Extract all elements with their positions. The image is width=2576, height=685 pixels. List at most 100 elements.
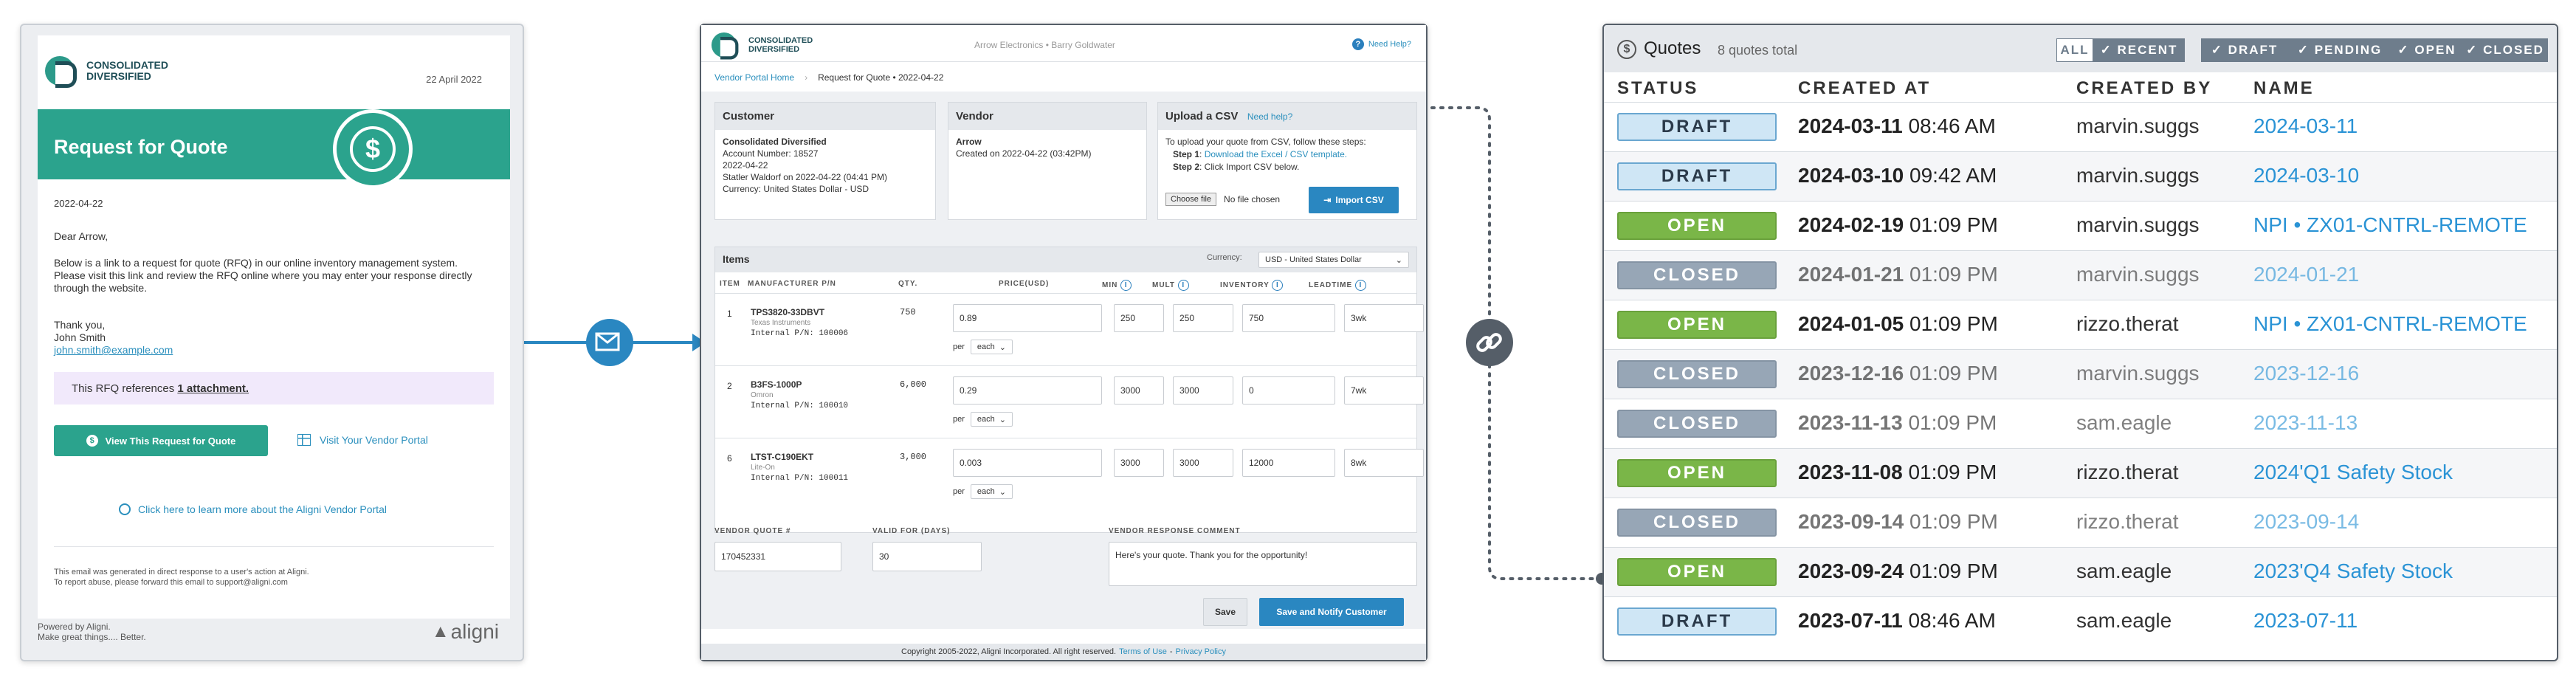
filter-pending[interactable]: ✓ PENDING: [2288, 38, 2391, 62]
quote-name-link[interactable]: 2023-11-13: [2253, 411, 2358, 435]
item-internal-pn: Internal P/N: 100010: [751, 402, 849, 410]
import-csv-button[interactable]: ⇥ Import CSV: [1309, 187, 1399, 213]
info-icon[interactable]: i: [1354, 280, 1366, 291]
filter-all[interactable]: ALL: [2056, 38, 2093, 62]
filter-draft[interactable]: ✓ DRAFT: [2201, 38, 2288, 62]
quote-name-link[interactable]: 2023-09-14: [2253, 510, 2359, 534]
attachment-text: This RFQ references: [72, 382, 175, 395]
leadtime-input[interactable]: 7wk: [1344, 376, 1424, 405]
quotes-title: Quotes: [1644, 38, 1701, 58]
quote-row[interactable]: OPEN 2024-02-19 01:09 PM marvin.suggs NPI •…: [1604, 201, 2557, 250]
privacy-link[interactable]: Privacy Policy: [1176, 647, 1226, 656]
created-by: marvin.suggs: [2076, 213, 2200, 236]
quote-name-link[interactable]: 2023-07-11: [2253, 609, 2358, 633]
mult-input[interactable]: 250: [1173, 304, 1233, 332]
filter-closed[interactable]: ✓ CLOSED: [2462, 38, 2548, 62]
valid-days-input[interactable]: 30: [872, 542, 982, 571]
col-created-at[interactable]: CREATED AT: [1798, 78, 1931, 99]
lifebuoy-icon: [119, 503, 131, 515]
mult-input[interactable]: 3000: [1173, 449, 1233, 477]
created-by: marvin.suggs: [2076, 362, 2200, 385]
filter-recent[interactable]: ✓ RECENT: [2093, 38, 2185, 62]
created-time: 09:42 AM: [1909, 164, 1997, 187]
save-button[interactable]: Save: [1203, 598, 1247, 626]
inventory-input[interactable]: 750: [1242, 304, 1335, 332]
view-rfq-button[interactable]: $ View This Request for Quote: [54, 425, 268, 456]
per-unit-select[interactable]: each ⌄: [970, 484, 1013, 499]
choose-file-button[interactable]: Choose file: [1165, 193, 1217, 206]
min-input[interactable]: 250: [1114, 304, 1164, 332]
quote-name-link[interactable]: 2024-03-10: [2253, 164, 2359, 187]
filter-open[interactable]: ✓ OPEN: [2391, 38, 2462, 62]
col-name[interactable]: NAME: [2253, 78, 2315, 99]
per-label: per: [953, 487, 965, 496]
quote-row[interactable]: CLOSED 2024-01-21 01:09 PM marvin.suggs 202…: [1604, 250, 2557, 300]
quote-name-link[interactable]: 2023-12-16: [2253, 362, 2359, 385]
info-icon[interactable]: i: [1177, 280, 1189, 291]
price-input[interactable]: 0.003: [953, 449, 1102, 477]
inventory-input[interactable]: 12000: [1242, 449, 1335, 477]
info-icon[interactable]: i: [1272, 280, 1284, 291]
comment-textarea[interactable]: Here's your quote. Thank you for the opp…: [1109, 542, 1417, 586]
quote-row[interactable]: OPEN 2024-01-05 01:09 PM rizzo.therat NPI •…: [1604, 300, 2557, 349]
item-mpn: TPS3820-33DBVT: [751, 307, 825, 317]
per-unit-select[interactable]: each ⌄: [970, 412, 1013, 427]
terms-link[interactable]: Terms of Use: [1119, 647, 1167, 656]
price-input[interactable]: 0.89: [953, 304, 1102, 332]
dollar-icon: $: [1617, 40, 1636, 59]
created-time: 01:09 PM: [1909, 213, 1998, 236]
quote-name-link[interactable]: 2024-01-21: [2253, 263, 2359, 286]
need-help-link[interactable]: ? Need Help?: [1351, 38, 1411, 50]
price-input[interactable]: 0.29: [953, 376, 1102, 405]
min-input[interactable]: 3000: [1114, 449, 1164, 477]
quote-name-link[interactable]: NPI • ZX01-CNTRL-REMOTE: [2253, 213, 2527, 237]
item-qty: 3,000: [900, 452, 927, 462]
col-status[interactable]: STATUS: [1617, 78, 1698, 99]
portal-logo[interactable]: CONSOLIDATED DIVERSIFIED: [709, 30, 813, 60]
created-date: 2023-11-08: [1798, 461, 1903, 483]
created-by: marvin.suggs: [2076, 263, 2200, 286]
created-by: sam.eagle: [2076, 560, 2172, 582]
quote-row[interactable]: DRAFT 2024-03-11 08:46 AM marvin.suggs 2024…: [1604, 102, 2557, 151]
quote-row[interactable]: CLOSED 2023-12-16 01:09 PM marvin.suggs 202…: [1604, 349, 2557, 399]
attachment-notice: This RFQ references 1 attachment.: [54, 372, 494, 405]
quotes-panel: $ Quotes 8 quotes total ALL ✓ RECENT ✓ D…: [1602, 24, 2558, 661]
download-template-link[interactable]: Download the Excel / CSV template.: [1205, 149, 1347, 159]
vendor-portal-link[interactable]: Visit Your Vendor Portal: [297, 434, 428, 446]
powered-by: Powered by Aligni. Make great things....…: [38, 622, 146, 642]
quote-row[interactable]: CLOSED 2023-09-14 01:09 PM rizzo.therat 202…: [1604, 498, 2557, 547]
save-notify-button[interactable]: Save and Notify Customer: [1259, 598, 1404, 626]
created-at: 2024-01-21 01:09 PM: [1798, 263, 1998, 286]
created-by: rizzo.therat: [2076, 461, 2179, 483]
attachment-link[interactable]: 1 attachment.: [177, 382, 249, 395]
created-time: 01:09 PM: [1909, 560, 1998, 582]
learn-more-link[interactable]: Click here to learn more about the Align…: [119, 503, 387, 515]
upload-help-link[interactable]: Need help?: [1247, 111, 1292, 122]
col-inventory: INVENTORY: [1220, 281, 1270, 290]
vendor-quote-input[interactable]: 170452331: [714, 542, 841, 571]
leadtime-input[interactable]: 3wk: [1344, 304, 1424, 332]
quote-row[interactable]: OPEN 2023-09-24 01:09 PM sam.eagle 2023'Q4 …: [1604, 547, 2557, 596]
col-created-by[interactable]: CREATED BY: [2076, 78, 2212, 99]
quote-name-link[interactable]: 2024'Q1 Safety Stock: [2253, 461, 2453, 484]
customer-account: Account Number: 18527: [723, 148, 819, 159]
min-input[interactable]: 3000: [1114, 376, 1164, 405]
per-unit-select[interactable]: each ⌄: [970, 340, 1013, 354]
inventory-input[interactable]: 0: [1242, 376, 1335, 405]
currency-select[interactable]: USD - United States Dollar ⌄: [1258, 252, 1409, 268]
quote-name-link[interactable]: 2023'Q4 Safety Stock: [2253, 560, 2453, 583]
quote-name-link[interactable]: NPI • ZX01-CNTRL-REMOTE: [2253, 312, 2527, 336]
mult-input[interactable]: 3000: [1173, 376, 1233, 405]
chevron-down-icon: ⌄: [999, 415, 1006, 424]
quote-row[interactable]: DRAFT 2023-07-11 08:46 AM sam.eagle 2023-07…: [1604, 596, 2557, 646]
quote-row[interactable]: DRAFT 2024-03-10 09:42 AM marvin.suggs 2024…: [1604, 151, 2557, 201]
quote-row[interactable]: CLOSED 2023-11-13 01:09 PM sam.eagle 2023-1…: [1604, 399, 2557, 448]
breadcrumb-home[interactable]: Vendor Portal Home: [714, 72, 794, 83]
help-icon: ?: [1351, 38, 1364, 50]
signer-email-link[interactable]: john.smith@example.com: [54, 344, 173, 356]
info-icon[interactable]: i: [1120, 280, 1132, 291]
quote-row[interactable]: OPEN 2023-11-08 01:09 PM rizzo.therat 2024'…: [1604, 448, 2557, 498]
leadtime-input[interactable]: 8wk: [1344, 449, 1424, 477]
quote-name-link[interactable]: 2024-03-11: [2253, 114, 2358, 138]
step2-text: : Click Import CSV below.: [1199, 162, 1300, 172]
